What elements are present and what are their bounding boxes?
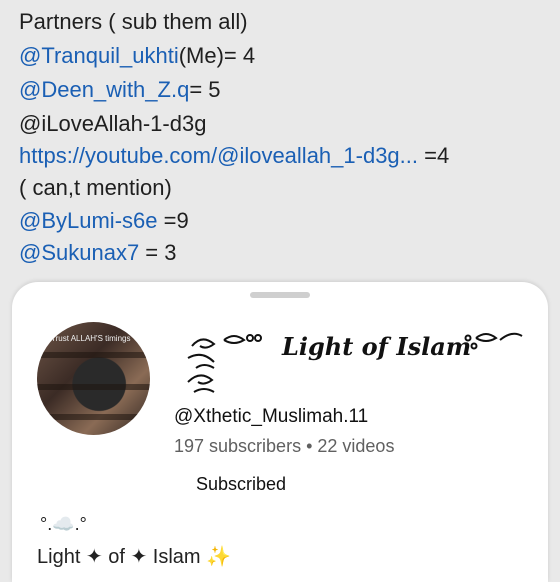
partner-link[interactable]: @Sukunax7 <box>19 240 139 265</box>
partner-line-1: @Tranquil_ukhti(Me)= 4 <box>19 43 256 68</box>
channel-bottom-sheet: Trust ALLAH'S timings Light of Islam @Xt… <box>12 282 548 582</box>
video-count: 22 videos <box>317 436 395 456</box>
description-line-2: Light ✦ of ✦ Islam ✨ <box>37 546 232 568</box>
partner-line-4: https://youtube.com/@iloveallah_1-d3g...… <box>19 143 450 168</box>
description-line-1: °.☁️.° <box>40 514 87 534</box>
avatar-caption: Trust ALLAH'S timings <box>51 334 131 343</box>
subscriber-count: 197 subscribers <box>174 436 302 456</box>
partners-heading: Partners ( sub them all) <box>19 9 248 34</box>
partner-line-7: @Sukunax7 = 3 <box>19 240 177 265</box>
channel-handle[interactable]: @Xthetic_Muslimah.11 <box>174 406 368 428</box>
subscribed-button[interactable]: Subscribed <box>190 470 292 499</box>
partner-link[interactable]: @ByLumi-s6e <box>19 208 158 233</box>
partner-line-6: @ByLumi-s6e =9 <box>19 208 189 233</box>
partner-line-5: ( can,t mention) <box>19 175 172 200</box>
sheet-drag-handle[interactable] <box>250 292 310 298</box>
brand-title: Light of Islam <box>282 332 472 361</box>
channel-avatar[interactable]: Trust ALLAH'S timings <box>37 322 150 435</box>
channel-banner-title: Light of Islam <box>184 326 524 398</box>
partner-line-3: @iLoveAllah-1-d3g <box>19 111 207 136</box>
channel-stats: 197 subscribers • 22 videos <box>174 436 395 456</box>
partner-line-2: @Deen_with_Z.q= 5 <box>19 77 221 102</box>
partner-link[interactable]: @Tranquil_ukhti <box>19 43 179 68</box>
partner-link[interactable]: @Deen_with_Z.q <box>19 77 189 102</box>
partner-link[interactable]: https://youtube.com/@iloveallah_1-d3g... <box>19 143 418 168</box>
